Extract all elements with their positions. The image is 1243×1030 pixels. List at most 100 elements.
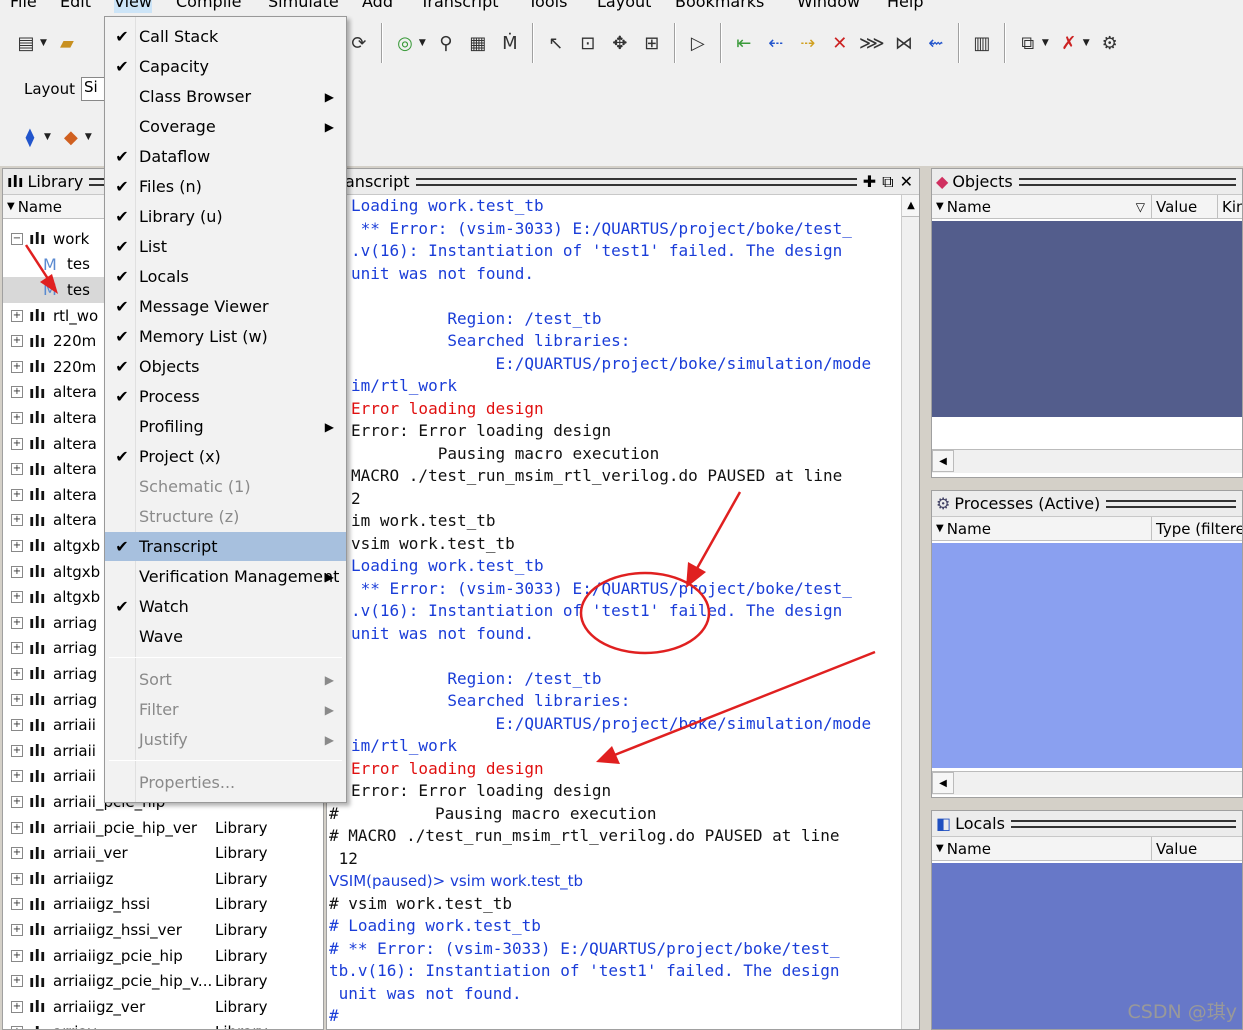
view-menu-item-list[interactable]: ✔ List xyxy=(105,232,346,261)
view-menu-item-call-stack[interactable]: ✔ Call Stack xyxy=(105,22,346,51)
view-menu-item-filter[interactable]: Filter ▶ xyxy=(105,695,346,724)
expand-icon[interactable]: + xyxy=(11,719,23,732)
expand-icon[interactable]: + xyxy=(11,667,23,680)
expand-icon[interactable]: + xyxy=(11,975,23,988)
view-menu-item-structure-z[interactable]: Structure (z) xyxy=(105,502,346,531)
expand-icon[interactable]: + xyxy=(11,386,23,399)
view-menu-item-project-x[interactable]: ✔ Project (x) xyxy=(105,442,346,471)
compile-icon[interactable]: ◎ xyxy=(392,30,418,56)
transcript-text[interactable]: Loading work.test_tb ** Error: (vsim-303… xyxy=(327,195,901,1029)
chevron-down-icon[interactable]: ▼ xyxy=(1083,38,1090,48)
expand-icon[interactable]: + xyxy=(11,360,23,373)
view-menu-item-watch[interactable]: ✔ Watch xyxy=(105,592,346,621)
objects-col-name[interactable]: ▼ Name ▽ xyxy=(932,195,1152,218)
library-item[interactable]: + ılı arriaii_ver Library xyxy=(3,840,323,866)
open-folder-icon[interactable]: ▰ xyxy=(54,30,80,56)
locals-col-name[interactable]: ▼ Name xyxy=(932,837,1152,860)
view-menu-item-justify[interactable]: Justify ▶ xyxy=(105,725,346,754)
binoculars-icon[interactable]: ⚲ xyxy=(433,30,459,56)
chevron-down-icon[interactable]: ▼ xyxy=(85,132,92,142)
expand-icon[interactable]: + xyxy=(11,309,23,322)
expand-icon[interactable]: + xyxy=(11,1026,23,1029)
expand-icon[interactable]: + xyxy=(11,693,23,706)
refresh-icon[interactable]: ⟳ xyxy=(346,30,372,56)
expand-icon[interactable]: + xyxy=(11,923,23,936)
new-file-icon[interactable]: ▤ xyxy=(13,30,39,56)
library-item[interactable]: + ılı arriaiigz_pcie_hip Library xyxy=(3,943,323,969)
pan-icon[interactable]: ✥ xyxy=(607,30,633,56)
expand-icon[interactable]: + xyxy=(11,821,23,834)
expand-icon[interactable]: + xyxy=(11,514,23,527)
chevron-down-icon[interactable]: ▼ xyxy=(44,132,51,142)
memory-icon[interactable]: Ṁ xyxy=(497,30,523,56)
scroll-left-arrow-icon[interactable]: ◀ xyxy=(932,450,954,472)
chevron-down-icon[interactable]: ▼ xyxy=(419,38,426,48)
expand-icon[interactable]: + xyxy=(11,795,23,808)
trace-clear-icon[interactable]: ✕ xyxy=(827,30,853,56)
close-icon[interactable]: ✕ xyxy=(900,172,913,191)
expand-icon[interactable]: + xyxy=(11,488,23,501)
view-menu-item-locals[interactable]: ✔ Locals xyxy=(105,262,346,291)
zoom-area-icon[interactable]: ⊡ xyxy=(575,30,601,56)
select-pointer-icon[interactable]: ↖ xyxy=(543,30,569,56)
trace-input-icon[interactable]: ⇜ xyxy=(923,30,949,56)
add-library-icon[interactable]: ◆ xyxy=(58,124,84,150)
view-menu-item-profiling[interactable]: Profiling ▶ xyxy=(105,412,346,441)
settings-icon[interactable]: ⚙ xyxy=(1097,30,1123,56)
delete-icon[interactable]: ✗ xyxy=(1056,30,1082,56)
processes-col-type[interactable]: Type (filtere xyxy=(1152,517,1242,540)
menu-view[interactable]: View xyxy=(114,0,152,13)
trace-all-icon[interactable]: ⋈ xyxy=(891,30,917,56)
expand-icon[interactable]: + xyxy=(11,744,23,757)
expand-icon[interactable]: + xyxy=(11,539,23,552)
expand-icon[interactable]: + xyxy=(11,335,23,348)
library-item[interactable]: + ılı arriaiigz_pcie_hip_v... Library xyxy=(3,968,323,994)
expand-icon[interactable]: + xyxy=(11,898,23,911)
view-menu-item-process[interactable]: ✔ Process xyxy=(105,382,346,411)
menu-edit[interactable]: Edit xyxy=(60,0,91,13)
library-item[interactable]: + ılı arriaiigz_hssi Library xyxy=(3,892,323,918)
view-menu-item-objects[interactable]: ✔ Objects xyxy=(105,352,346,381)
trace-next-icon[interactable]: ⋙ xyxy=(859,30,885,56)
menu-compile[interactable]: Compile xyxy=(176,0,241,13)
trace-back-icon[interactable]: ⇠ xyxy=(763,30,789,56)
menu-transcript[interactable]: Transcript xyxy=(420,0,499,13)
processes-list[interactable] xyxy=(932,543,1242,768)
expand-icon[interactable]: + xyxy=(11,565,23,578)
view-menu-item-library-u[interactable]: ✔ Library (u) xyxy=(105,202,346,231)
view-menu-item-memory-list-w[interactable]: ✔ Memory List (w) xyxy=(105,322,346,351)
view-menu-item-schematic-1[interactable]: Schematic (1) xyxy=(105,472,346,501)
processes-col-name[interactable]: ▼ Name xyxy=(932,517,1152,540)
expand-icon[interactable]: + xyxy=(11,437,23,450)
menu-window[interactable]: Window xyxy=(797,0,860,13)
objects-col-value[interactable]: Value xyxy=(1152,195,1218,218)
trace-start-icon[interactable]: ⇤ xyxy=(731,30,757,56)
objects-list[interactable] xyxy=(932,221,1242,417)
transcript-scrollbar[interactable]: ▲ xyxy=(901,195,919,1029)
view-menu-item-message-viewer[interactable]: ✔ Message Viewer xyxy=(105,292,346,321)
collapse-icon[interactable]: − xyxy=(11,232,23,245)
view-menu-item-dataflow[interactable]: ✔ Dataflow xyxy=(105,142,346,171)
library-item[interactable]: + ılı arriaiigz_hssi_ver Library xyxy=(3,917,323,943)
grid-icon[interactable]: ▦ xyxy=(465,30,491,56)
processes-hscrollbar[interactable]: ◀ xyxy=(932,771,1242,795)
scroll-left-arrow-icon[interactable]: ◀ xyxy=(932,772,954,794)
menu-simulate[interactable]: Simulate xyxy=(268,0,339,13)
view-menu-item-capacity[interactable]: ✔ Capacity xyxy=(105,52,346,81)
expand-icon[interactable]: + xyxy=(11,1000,23,1013)
library-item[interactable]: + ılı arriaii_pcie_hip_ver Library xyxy=(3,815,323,841)
view-menu-item-properties[interactable]: Properties... xyxy=(105,768,346,797)
add-icon[interactable]: ✚ xyxy=(863,172,876,191)
chevron-down-icon[interactable]: ▼ xyxy=(1042,38,1049,48)
expand-icon[interactable]: + xyxy=(11,642,23,655)
chart-icon[interactable]: ▥ xyxy=(969,30,995,56)
view-menu-item-wave[interactable]: Wave xyxy=(105,622,346,651)
menu-help[interactable]: Help xyxy=(887,0,923,13)
library-item[interactable]: + ılı arriaiigz_ver Library xyxy=(3,994,323,1020)
menu-layout[interactable]: Layout xyxy=(597,0,651,13)
objects-col-kind[interactable]: Kin xyxy=(1218,195,1242,218)
undock-icon[interactable]: ⧉ xyxy=(882,172,893,192)
expand-icon[interactable]: + xyxy=(11,770,23,783)
chevron-down-icon[interactable]: ▼ xyxy=(40,38,47,48)
panel-grip[interactable] xyxy=(1018,177,1236,186)
